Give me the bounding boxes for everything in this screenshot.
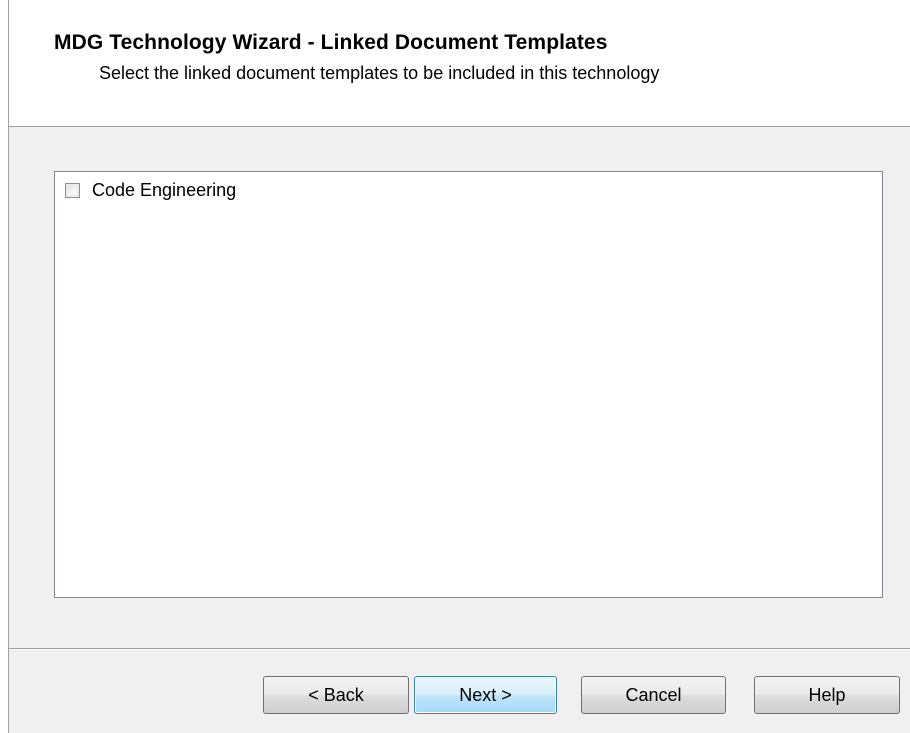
wizard-subtitle: Select the linked document templates to …	[99, 63, 660, 83]
cancel-button[interactable]: Cancel	[581, 676, 726, 714]
templates-listbox[interactable]: Code Engineering	[54, 171, 883, 598]
wizard-dialog: MDG Technology Wizard - Linked Document …	[8, 0, 910, 733]
footer-divider	[9, 648, 910, 650]
back-button[interactable]: < Back	[263, 676, 409, 714]
list-item-code-engineering[interactable]: Code Engineering	[65, 178, 236, 202]
list-item-label: Code Engineering	[92, 179, 237, 200]
wizard-title: MDG Technology Wizard - Linked Document …	[54, 31, 608, 54]
wizard-header: MDG Technology Wizard - Linked Document …	[9, 0, 910, 127]
help-button[interactable]: Help	[754, 676, 900, 714]
code-engineering-checkbox[interactable]	[65, 182, 80, 198]
next-button[interactable]: Next >	[414, 676, 557, 714]
